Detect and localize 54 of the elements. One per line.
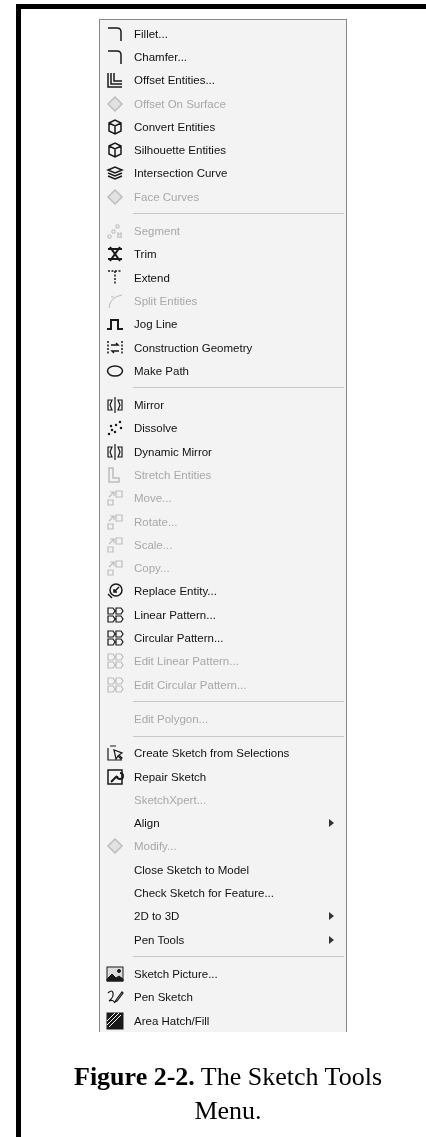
menu-item[interactable]: Replace Entity... (100, 579, 346, 604)
submenu-arrow-icon (329, 912, 334, 921)
cursor-icon (106, 744, 124, 763)
menu-item[interactable]: Sketch Picture... (100, 962, 346, 986)
extend-icon (106, 268, 124, 287)
diamond-icon (106, 94, 124, 113)
dots-icon (106, 419, 124, 438)
offset-icon (106, 71, 124, 90)
menu-item[interactable]: Repair Sketch (100, 764, 346, 789)
menu-item[interactable]: Dissolve (100, 416, 346, 441)
menu-item[interactable]: Jog Line (100, 312, 346, 336)
image-icon (106, 964, 124, 983)
menu-item[interactable]: Mirror (100, 393, 346, 417)
corner-icon (106, 47, 124, 66)
menu-item[interactable]: Create Sketch from Selections (100, 741, 346, 765)
menu-item[interactable]: Linear Pattern... (100, 603, 346, 627)
menu-item[interactable]: Align (100, 811, 346, 835)
diamond-icon (106, 187, 124, 206)
menu-item[interactable]: Check Sketch for Feature... (100, 881, 346, 905)
menu-item[interactable]: Offset Entities... (100, 68, 346, 92)
menu-item[interactable]: Chamfer... (100, 45, 346, 69)
pattern-icon (106, 675, 124, 694)
menu-item[interactable]: Convert Entities (100, 115, 346, 139)
menu-item[interactable]: Dynamic Mirror (100, 440, 346, 464)
menu-item[interactable]: Silhouette Entities (100, 138, 346, 162)
figure-caption: Figure 2-2. The Sketch Tools Menu. (73, 1061, 383, 1127)
arc-icon (106, 291, 124, 310)
trim-icon (106, 245, 124, 264)
submenu-arrow-icon (329, 935, 334, 944)
menu-item[interactable]: Area Hatch/Fill (100, 1008, 346, 1033)
menu-item[interactable]: Pen Tools (100, 928, 346, 952)
menu-item[interactable]: Extend (100, 265, 346, 290)
menu-item[interactable]: Close Sketch to Model (100, 858, 346, 882)
arrows-icon (106, 338, 124, 357)
menu-item[interactable]: Trim (100, 242, 346, 266)
pattern-icon (106, 605, 124, 624)
menu-item[interactable]: Intersection Curve (100, 161, 346, 186)
mirror-icon (106, 396, 124, 415)
stack-icon (106, 164, 124, 183)
pattern-icon (106, 652, 124, 671)
menu-item[interactable]: Make Path (100, 359, 346, 383)
submenu-arrow-icon (329, 819, 334, 828)
diamond-icon (106, 837, 124, 856)
cube-icon (106, 141, 124, 160)
mirror-icon (106, 442, 124, 461)
menu-item[interactable]: 2D to 3D (100, 904, 346, 928)
menu-item[interactable]: Circular Pattern... (100, 626, 346, 650)
menu-item[interactable]: Construction Geometry (100, 335, 346, 360)
cube-icon (106, 117, 124, 136)
menu-item[interactable]: Fillet... (100, 22, 346, 46)
hatch-icon (106, 1011, 124, 1030)
menu-item[interactable]: Pen Sketch (100, 985, 346, 1009)
corner-icon (106, 24, 124, 43)
pattern-icon (106, 629, 124, 648)
